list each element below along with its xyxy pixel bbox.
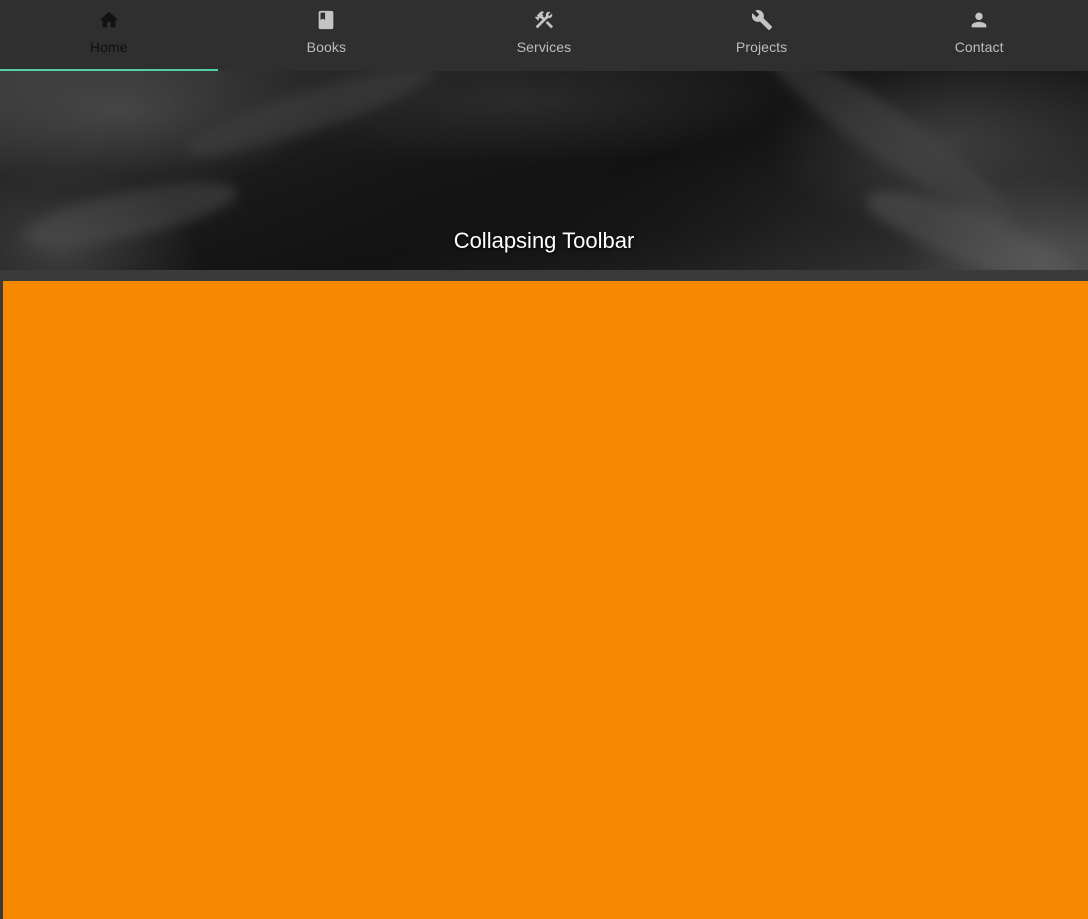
tools-icon	[533, 9, 555, 31]
fabric-fold	[180, 71, 440, 171]
bottom-navigation-bar: Home Books Services Projects Contact	[0, 0, 1088, 71]
book-icon	[315, 9, 337, 31]
tab-contact[interactable]: Contact	[870, 0, 1088, 71]
home-icon	[98, 9, 120, 31]
tab-books[interactable]: Books	[218, 0, 436, 71]
wrench-icon	[751, 9, 773, 31]
content-area	[3, 281, 1088, 919]
toolbar-shadow-divider	[0, 270, 1088, 281]
tab-projects-label: Projects	[735, 39, 788, 55]
tab-services-label: Services	[516, 39, 572, 55]
tab-projects[interactable]: Projects	[653, 0, 871, 71]
tab-books-label: Books	[306, 39, 347, 55]
tab-services[interactable]: Services	[435, 0, 653, 71]
tab-home[interactable]: Home	[0, 0, 218, 71]
tab-contact-label: Contact	[954, 39, 1004, 55]
tab-home-label: Home	[89, 39, 128, 55]
toolbar-title: Collapsing Toolbar	[453, 228, 635, 253]
person-icon	[968, 9, 990, 31]
collapsing-toolbar-header: Collapsing Toolbar	[0, 71, 1088, 270]
